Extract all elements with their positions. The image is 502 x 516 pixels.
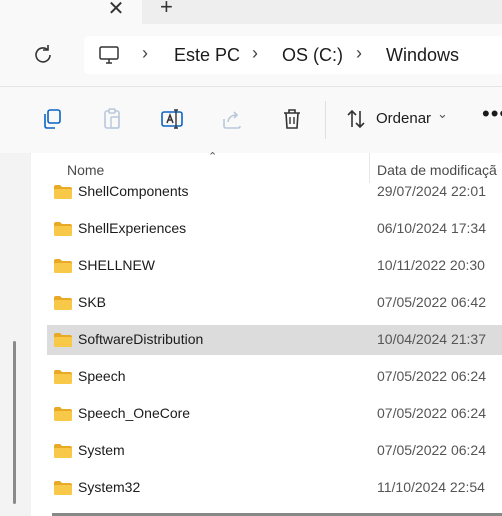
file-name: ShellComponents	[78, 183, 189, 199]
file-date-modified: 07/05/2022 06:24	[377, 442, 486, 458]
navigation-scrollbar[interactable]	[13, 341, 16, 504]
file-name: SKB	[78, 294, 107, 310]
more-options-icon[interactable]: •••	[482, 101, 502, 127]
list-item[interactable]: Speech 07/05/2022 06:24	[47, 362, 502, 392]
breadcrumb-separator-icon[interactable]: ›	[142, 43, 148, 64]
list-item[interactable]: Speech_OneCore 07/05/2022 06:24	[47, 399, 502, 429]
address-row: › Este PC › OS (C:) › Windows	[0, 24, 502, 86]
delete-icon[interactable]	[280, 107, 304, 131]
file-name: Speech_OneCore	[78, 405, 191, 421]
new-tab-icon[interactable]: +	[160, 0, 173, 20]
file-name: ShellExperiences	[78, 220, 187, 236]
file-date-modified: 07/05/2022 06:42	[377, 294, 486, 310]
address-bar[interactable]: › Este PC › OS (C:) › Windows	[84, 36, 502, 74]
refresh-icon[interactable]	[33, 44, 53, 64]
breadcrumb-separator-icon[interactable]: ›	[252, 43, 258, 64]
folder-icon	[54, 185, 72, 199]
file-list: ⌃ Nome Data de modificaçã ShellComponent…	[31, 151, 502, 516]
column-header-name[interactable]: Nome	[67, 162, 104, 178]
file-name: SHELLNEW	[78, 257, 156, 273]
toolbar-divider	[325, 101, 326, 139]
tab-bar: ✕ +	[0, 0, 502, 24]
list-item[interactable]: SKB 07/05/2022 06:42	[47, 288, 502, 318]
breadcrumb-os-c[interactable]: OS (C:)	[282, 44, 343, 66]
file-date-modified: 10/04/2024 21:37	[377, 331, 486, 347]
file-name: System	[78, 442, 125, 458]
computer-icon	[99, 46, 119, 64]
list-item[interactable]: ShellComponents 29/07/2024 22:01	[47, 177, 502, 207]
file-name: Speech	[78, 368, 126, 384]
file-date-modified: 10/11/2022 20:30	[377, 257, 485, 273]
folder-icon	[54, 407, 72, 421]
file-date-modified: 07/05/2022 06:24	[377, 405, 486, 421]
breadcrumb-windows[interactable]: Windows	[386, 44, 459, 66]
folder-icon	[54, 222, 72, 236]
sort-ascending-icon: ⌃	[208, 151, 218, 163]
command-bar: Ordenar ⌄ •••	[0, 86, 502, 154]
file-name: SoftwareDistribution	[78, 331, 204, 347]
folder-icon	[54, 333, 72, 347]
sort-icon	[347, 109, 365, 129]
active-tab[interactable]: ✕	[0, 0, 142, 24]
breadcrumb-separator-icon[interactable]: ›	[356, 43, 362, 64]
column-header-date[interactable]: Data de modificaçã	[377, 162, 497, 178]
paste-icon	[104, 108, 120, 129]
share-icon	[223, 111, 241, 129]
copy-icon[interactable]	[40, 107, 64, 131]
file-date-modified: 11/10/2024 22:54	[377, 479, 485, 495]
file-date-modified: 06/10/2024 17:34	[377, 220, 486, 236]
folder-icon	[54, 481, 72, 495]
list-item[interactable]: SHELLNEW 10/11/2022 20:30	[47, 251, 502, 281]
file-date-modified: 29/07/2024 22:01	[377, 183, 486, 199]
folder-icon	[54, 444, 72, 458]
file-name: System32	[78, 479, 141, 495]
breadcrumb-este-pc[interactable]: Este PC	[174, 44, 240, 66]
list-item[interactable]: System 07/05/2022 06:24	[47, 436, 502, 466]
sort-label: Ordenar	[376, 110, 432, 127]
folder-icon	[54, 259, 72, 273]
list-item[interactable]: System32 11/10/2024 22:54	[47, 473, 502, 503]
folder-icon	[54, 296, 72, 310]
chevron-down-icon: ⌄	[437, 106, 448, 121]
list-item[interactable]: SoftwareDistribution 10/04/2024 21:37	[47, 325, 502, 355]
navigation-pane[interactable]	[0, 153, 30, 516]
close-tab-icon[interactable]: ✕	[106, 0, 126, 21]
list-item[interactable]: ShellExperiences 06/10/2024 17:34	[47, 214, 502, 244]
file-date-modified: 07/05/2022 06:24	[377, 368, 486, 384]
folder-icon	[54, 370, 72, 384]
rename-icon[interactable]	[160, 107, 184, 131]
